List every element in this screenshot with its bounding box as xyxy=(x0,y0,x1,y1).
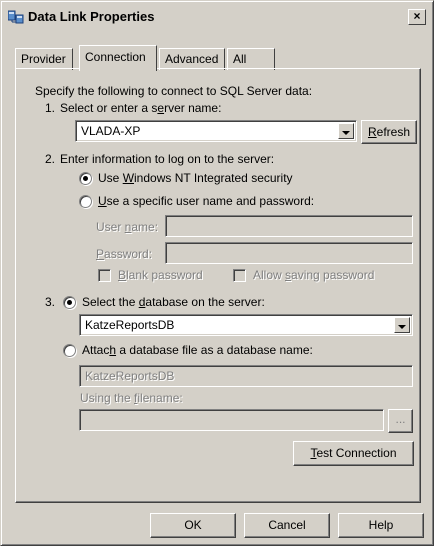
close-icon: × xyxy=(413,9,421,23)
attach-database-name-value: KatzeReportsDB xyxy=(85,369,175,383)
tab-advanced-label: Advanced xyxy=(165,52,219,66)
attach-database-radio[interactable] xyxy=(63,344,76,357)
password-field[interactable] xyxy=(165,242,413,264)
blank-password-checkbox[interactable] xyxy=(98,269,111,282)
data-link-icon xyxy=(7,10,24,24)
blank-password-label: Blank password xyxy=(118,268,203,282)
tab-connection[interactable]: Connection xyxy=(79,45,157,71)
browse-button[interactable]: ... xyxy=(388,409,413,433)
select-database-radio[interactable] xyxy=(63,296,76,309)
tab-provider-label: Provider xyxy=(21,52,66,66)
test-connection-button[interactable]: Test Connection xyxy=(293,441,414,466)
chevron-down-icon[interactable] xyxy=(338,123,354,139)
password-label: Password: xyxy=(96,247,153,261)
tab-provider[interactable]: Provider xyxy=(15,48,73,70)
allow-saving-password-label: Allow saving password xyxy=(253,268,375,282)
cancel-button[interactable]: Cancel xyxy=(244,513,330,538)
attach-database-label[interactable]: Attach a database file as a database nam… xyxy=(82,343,313,357)
server-name-value: VLADA-XP xyxy=(81,124,141,138)
chevron-down-icon[interactable] xyxy=(394,317,410,333)
database-combobox[interactable]: KatzeReportsDB xyxy=(79,314,413,336)
windows-nt-security-label[interactable]: Use Windows NT Integrated security xyxy=(98,171,293,185)
dialog-window: Data Link Properties × Provider Connecti… xyxy=(0,0,434,546)
allow-saving-password-checkbox[interactable] xyxy=(233,269,246,282)
close-button[interactable]: × xyxy=(408,9,426,25)
server-name-combobox[interactable]: VLADA-XP xyxy=(75,120,357,142)
filename-label: Using the filename: xyxy=(80,391,183,405)
help-button[interactable]: Help xyxy=(338,513,424,538)
intro-text: Specify the following to connect to SQL … xyxy=(35,84,313,98)
step2-number: 2. xyxy=(45,152,56,166)
specific-user-label[interactable]: Use a specific user name and password: xyxy=(98,194,314,208)
step1-number: 1. xyxy=(45,101,56,115)
database-value: KatzeReportsDB xyxy=(85,318,175,332)
title-bar[interactable]: Data Link Properties × xyxy=(4,4,430,30)
filename-field[interactable] xyxy=(79,409,384,431)
window-title: Data Link Properties xyxy=(28,9,155,24)
step1-label: Select or enter a server name: xyxy=(60,101,222,115)
tab-all-label: All xyxy=(233,52,247,66)
windows-nt-security-radio[interactable] xyxy=(79,172,92,185)
tab-advanced[interactable]: Advanced xyxy=(159,48,225,70)
step2-label: Enter information to log on to the serve… xyxy=(60,152,275,166)
ok-button[interactable]: OK xyxy=(150,513,236,538)
user-name-label: User name: xyxy=(96,220,159,234)
user-name-field[interactable] xyxy=(165,215,413,237)
tab-connection-label: Connection xyxy=(85,50,146,64)
attach-database-name-field[interactable]: KatzeReportsDB xyxy=(79,365,413,387)
select-database-label[interactable]: Select the database on the server: xyxy=(82,295,265,309)
refresh-button[interactable]: Refresh xyxy=(361,120,417,144)
specific-user-radio[interactable] xyxy=(79,195,92,208)
tab-all[interactable]: All xyxy=(227,48,275,70)
step3-number: 3. xyxy=(45,295,56,309)
